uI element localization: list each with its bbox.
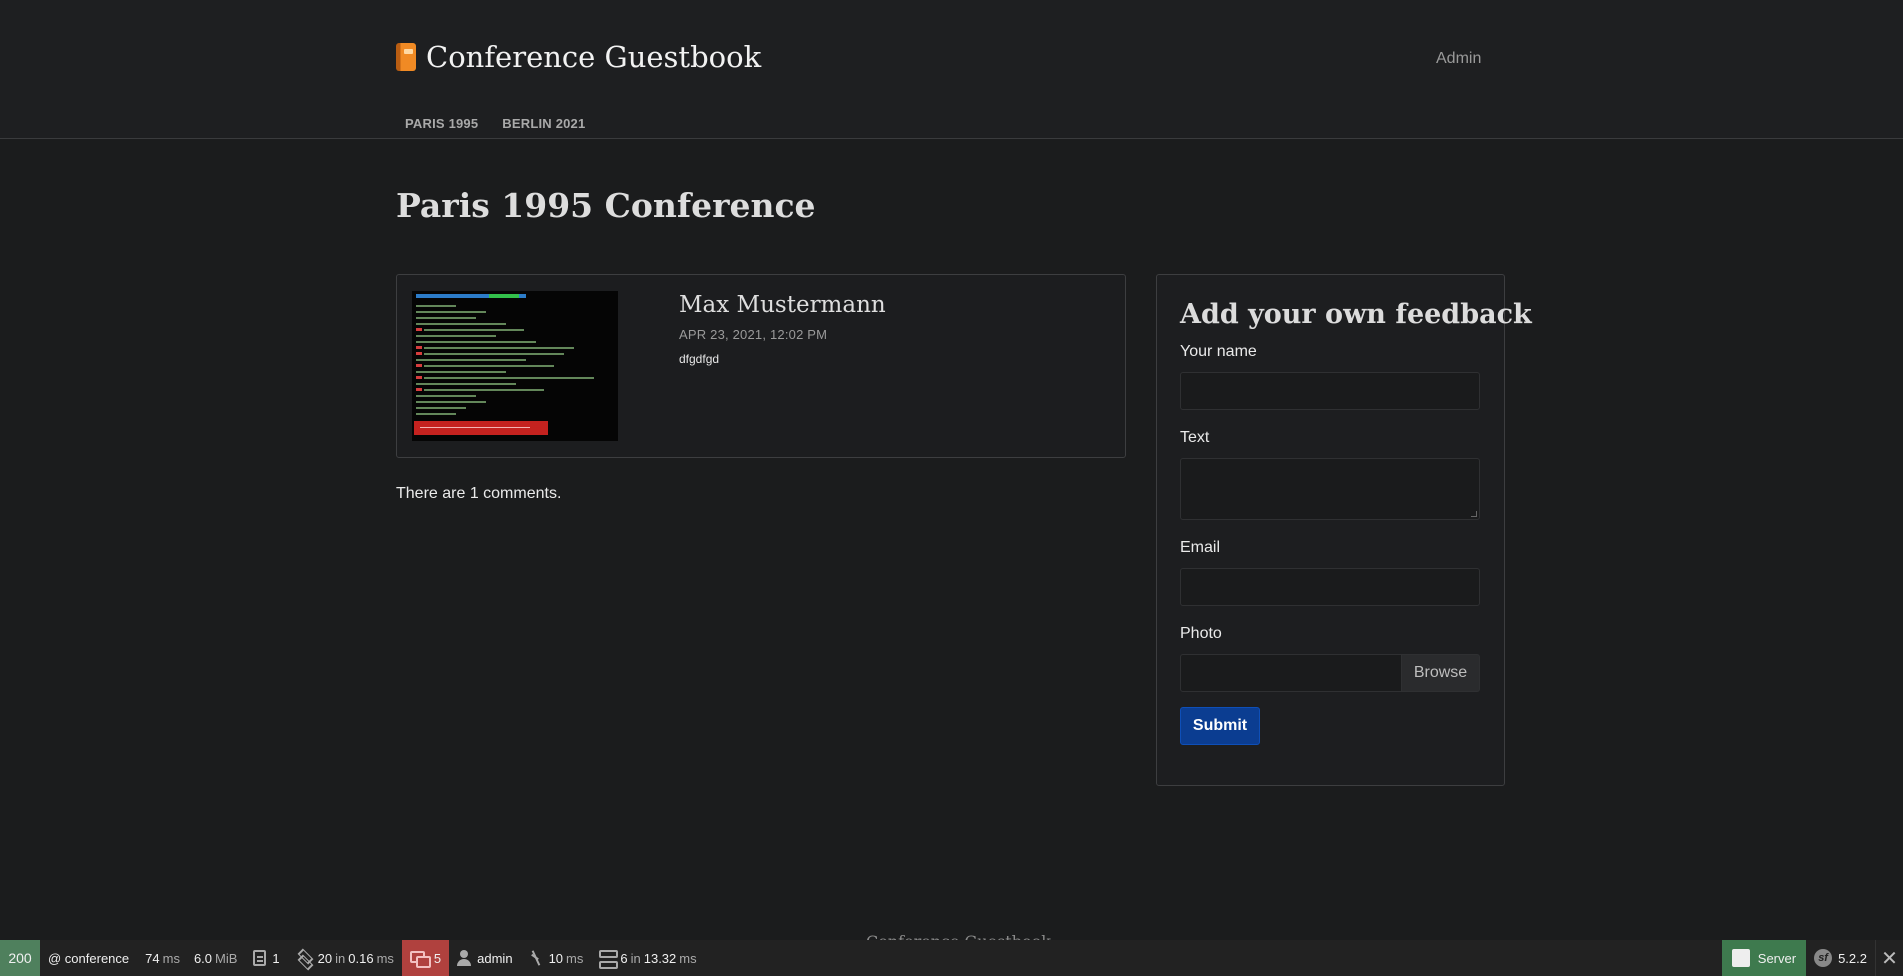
- user-name: admin: [477, 950, 513, 966]
- resize-handle-icon[interactable]: [1471, 511, 1477, 517]
- db-time: 13.32: [643, 950, 677, 966]
- form-title: Add your own feedback: [1180, 299, 1532, 330]
- twig-unit: ms: [376, 950, 394, 966]
- translation-icon: [409, 951, 431, 968]
- submit-button[interactable]: Submit: [1180, 707, 1260, 745]
- toolbar-route[interactable]: @ conference: [40, 940, 137, 976]
- close-icon: ✕: [1881, 947, 1898, 970]
- toolbar-user[interactable]: admin: [449, 940, 520, 976]
- toolbar-performance[interactable]: 10 ms: [521, 940, 592, 976]
- email-input[interactable]: [1180, 568, 1480, 606]
- toolbar-server[interactable]: Server: [1721, 940, 1807, 976]
- book-icon: [396, 43, 416, 71]
- toolbar-time[interactable]: 74 ms 6.0 MiB: [137, 940, 245, 976]
- comment-text: dfgdfgd: [679, 352, 720, 366]
- memory-value: 6.0: [193, 950, 213, 966]
- route-name: @ conference: [48, 950, 130, 966]
- server-icon: [1731, 949, 1750, 967]
- photo-label: Photo: [1180, 625, 1222, 642]
- twig-in: in: [335, 950, 346, 966]
- errors-count: 5: [433, 950, 442, 966]
- email-label: Email: [1180, 539, 1221, 556]
- twig-count: 20: [317, 950, 333, 966]
- admin-link[interactable]: Admin: [1436, 50, 1481, 68]
- toolbar-database[interactable]: 6 in 13.32 ms: [591, 940, 704, 976]
- status-code: 200: [8, 950, 32, 966]
- logs-count: 1: [272, 950, 280, 966]
- brand-link[interactable]: Conference Guestbook: [396, 40, 761, 74]
- nav-item-berlin-2021[interactable]: BERLIN 2021: [502, 116, 585, 131]
- toolbar-logs[interactable]: 1: [245, 940, 287, 976]
- db-unit: ms: [679, 950, 697, 966]
- comment-card: Max Mustermann APR 23, 2021, 12:02 PM df…: [396, 274, 1126, 458]
- perf-time: 10: [548, 950, 564, 966]
- db-count: 6: [620, 950, 628, 966]
- toolbar-twig[interactable]: 20 in 0.16 ms: [288, 940, 402, 976]
- site-header: Conference Guestbook Admin PARIS 1995 BE…: [0, 0, 1903, 139]
- toolbar-close-button[interactable]: ✕: [1875, 940, 1903, 976]
- toolbar-errors[interactable]: 5: [401, 940, 450, 976]
- toolbar-status-code[interactable]: 200: [0, 940, 40, 976]
- database-icon: [599, 950, 619, 969]
- perf-unit: ms: [566, 950, 584, 966]
- debug-toolbar: 200 @ conference 74 ms 6.0 MiB 1 20 in 0…: [0, 940, 1903, 976]
- layers-icon: [296, 950, 312, 966]
- performance-icon: [529, 950, 543, 966]
- comment-photo[interactable]: [412, 291, 618, 441]
- symfony-version: 5.2.2: [1838, 950, 1867, 966]
- twig-time: 0.16: [348, 950, 374, 966]
- text-label: Text: [1180, 429, 1210, 446]
- page-title: Paris 1995 Conference: [396, 186, 816, 225]
- request-time-value: 74: [145, 950, 160, 966]
- db-in: in: [630, 950, 641, 966]
- user-icon: [457, 950, 472, 966]
- name-input[interactable]: [1180, 372, 1480, 410]
- comment-date: APR 23, 2021, 12:02 PM: [679, 327, 828, 342]
- browse-button[interactable]: Browse: [1402, 654, 1480, 692]
- symfony-logo-icon: sf: [1814, 949, 1833, 967]
- conference-nav: PARIS 1995 BERLIN 2021: [405, 116, 585, 131]
- memory-unit: MiB: [215, 950, 238, 966]
- comment-author: Max Mustermann: [679, 292, 886, 318]
- brand-title: Conference Guestbook: [426, 40, 762, 74]
- comment-count: There are 1 comments.: [396, 485, 562, 502]
- photo-file-input[interactable]: Browse: [1180, 654, 1480, 692]
- request-time-unit: ms: [162, 950, 180, 966]
- toolbar-symfony-version[interactable]: sf 5.2.2: [1806, 940, 1875, 976]
- photo-file-field[interactable]: [1180, 654, 1402, 692]
- logs-icon: [253, 950, 267, 966]
- text-textarea[interactable]: [1180, 458, 1480, 520]
- nav-item-paris-1995[interactable]: PARIS 1995: [405, 116, 478, 131]
- feedback-form: Add your own feedback Your name Text Ema…: [1156, 274, 1532, 786]
- server-label: Server: [1757, 950, 1797, 966]
- name-label: Your name: [1180, 343, 1257, 360]
